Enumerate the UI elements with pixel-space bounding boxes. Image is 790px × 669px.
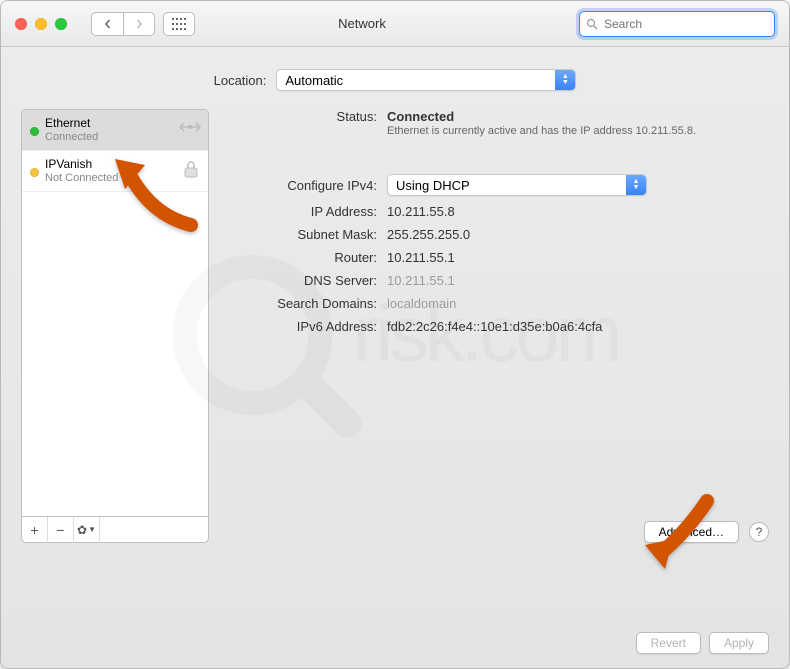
configure-ipv4-select[interactable]: Using DHCP ▲▼ (387, 174, 647, 196)
status-description: Ethernet is currently active and has the… (387, 124, 696, 138)
search-icon (586, 18, 598, 30)
router-value: 10.211.55.1 (387, 250, 455, 265)
advanced-button[interactable]: Advanced… (644, 521, 739, 543)
service-list: Ethernet Connected IPVanish Not Connecte… (21, 109, 209, 517)
remove-service-button[interactable]: − (48, 517, 74, 543)
subnet-mask-label: Subnet Mask: (219, 227, 387, 242)
window-title: Network (145, 16, 579, 31)
chevron-right-icon (134, 19, 144, 29)
gear-icon: ✿ (77, 523, 87, 537)
window-body: Location: Automatic ▲▼ Ethernet Connecte… (1, 47, 789, 559)
lock-icon (180, 159, 202, 182)
subnet-mask-value: 255.255.255.0 (387, 227, 470, 242)
back-button[interactable] (91, 12, 123, 36)
chevron-down-icon: ▼ (88, 525, 96, 534)
status-dot-connected (30, 127, 39, 136)
location-select[interactable]: Automatic ▲▼ (276, 69, 576, 91)
service-toolbar: + − ✿▼ (21, 517, 209, 543)
configure-ipv4-value: Using DHCP (396, 178, 470, 193)
service-name: Ethernet (45, 116, 98, 130)
close-window-button[interactable] (15, 18, 27, 30)
ip-address-value: 10.211.55.8 (387, 204, 455, 219)
dns-server-label: DNS Server: (219, 273, 387, 288)
updown-arrows-icon: ▲▼ (555, 70, 575, 90)
service-item-ethernet[interactable]: Ethernet Connected (22, 110, 208, 151)
traffic-lights (15, 18, 67, 30)
service-status: Connected (45, 130, 98, 144)
details-pane: Status: Connected Ethernet is currently … (219, 109, 769, 543)
service-options-button[interactable]: ✿▼ (74, 517, 100, 543)
zoom-window-button[interactable] (55, 18, 67, 30)
dns-server-value: 10.211.55.1 (387, 273, 455, 288)
help-button[interactable]: ? (749, 522, 769, 542)
apply-button[interactable]: Apply (709, 632, 769, 654)
status-value: Connected (387, 109, 696, 124)
network-preferences-window: risk.com Network (0, 0, 790, 669)
search-input[interactable] (602, 16, 768, 32)
location-row: Location: Automatic ▲▼ (21, 69, 769, 91)
service-item-ipvanish[interactable]: IPVanish Not Connected (22, 151, 208, 192)
titlebar: Network (1, 1, 789, 47)
service-name: IPVanish (45, 157, 118, 171)
revert-button[interactable]: Revert (636, 632, 701, 654)
service-sidebar: Ethernet Connected IPVanish Not Connecte… (21, 109, 209, 543)
ethernet-icon (178, 118, 202, 139)
ip-address-label: IP Address: (219, 204, 387, 219)
bottom-buttons: Revert Apply (636, 632, 769, 654)
chevron-left-icon (103, 19, 113, 29)
add-service-button[interactable]: + (22, 517, 48, 543)
ipv6-address-label: IPv6 Address: (219, 319, 387, 334)
status-label: Status: (219, 109, 387, 124)
search-field[interactable] (579, 11, 775, 37)
updown-arrows-icon: ▲▼ (626, 175, 646, 195)
location-select-value: Automatic (285, 73, 343, 88)
ipv6-address-value: fdb2:2c26:f4e4::10e1:d35e:b0a6:4cfa (387, 319, 602, 334)
search-domains-value: localdomain (387, 296, 456, 311)
service-status: Not Connected (45, 171, 118, 185)
status-dot-not-connected (30, 168, 39, 177)
router-label: Router: (219, 250, 387, 265)
configure-ipv4-label: Configure IPv4: (219, 178, 387, 193)
search-domains-label: Search Domains: (219, 296, 387, 311)
location-label: Location: (214, 73, 267, 88)
minimize-window-button[interactable] (35, 18, 47, 30)
